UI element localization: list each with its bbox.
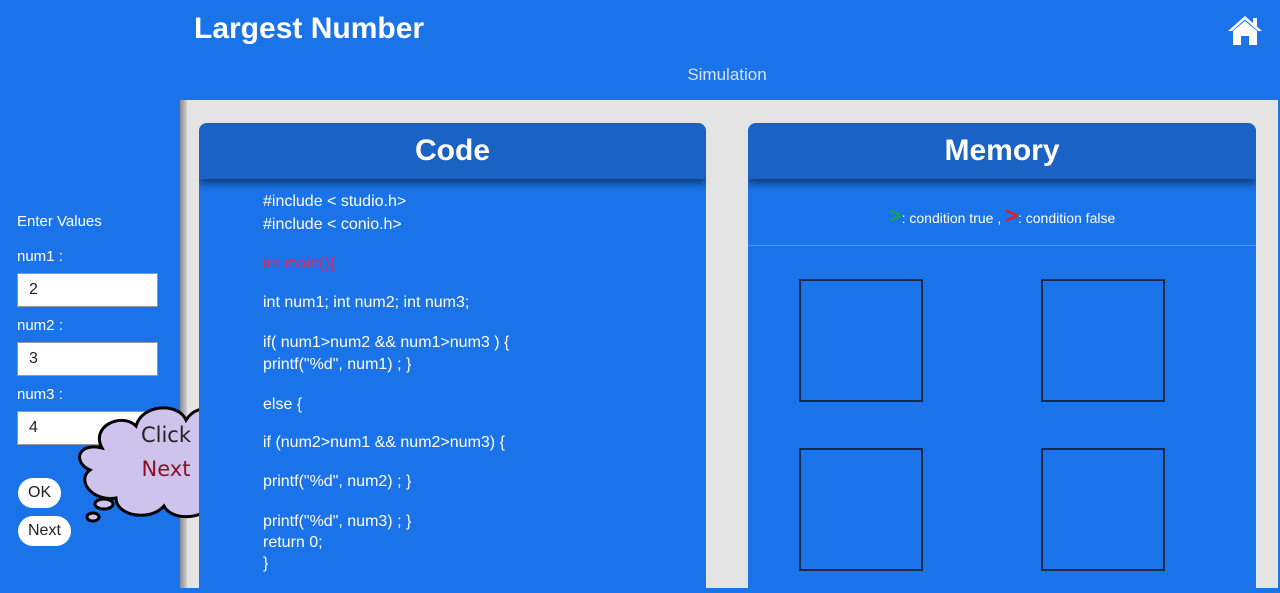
legend-divider [748, 245, 1256, 246]
code-line: printf("%d", num1) ; } [263, 356, 412, 373]
code-panel: Code #include < studio.h> #include < con… [199, 123, 706, 593]
num1-label: num1 : [17, 248, 63, 265]
code-line: printf("%d", num3) ; } [263, 513, 412, 530]
code-line: if( num1>num2 && num1>num3 ) { [263, 334, 510, 351]
legend-false-text: : condition false [1017, 210, 1116, 226]
code-line: #include < conio.h> [263, 216, 402, 233]
code-line: else { [263, 396, 303, 413]
code-line: return 0; [263, 534, 323, 551]
page-title: Largest Number [194, 12, 425, 45]
memory-panel: Memory >: condition true , >: condition … [748, 123, 1256, 593]
code-line-current: int main(){ [263, 255, 336, 272]
num2-input[interactable] [17, 342, 158, 376]
code-line: #include < studio.h> [263, 193, 407, 210]
memory-box-num3 [799, 448, 923, 571]
ok-button[interactable]: OK [18, 478, 62, 508]
next-button[interactable]: Next [18, 516, 71, 546]
code-line: if (num2>num1 && num2>num3) { [263, 434, 505, 451]
code-line: int num1; int num2; int num3; [263, 294, 470, 311]
condition-legend: >: condition true , >: condition false [748, 203, 1256, 229]
true-marker-icon: > [888, 203, 902, 228]
num1-input[interactable] [17, 273, 158, 307]
false-marker-icon: > [1005, 203, 1018, 228]
memory-panel-title: Memory [748, 123, 1256, 179]
code-panel-title: Code [199, 123, 706, 179]
num2-label: num2 : [17, 317, 63, 334]
home-icon[interactable] [1227, 14, 1263, 46]
memory-box-num1 [799, 279, 923, 402]
code-line: } [263, 555, 269, 572]
simulation-label: Simulation [687, 65, 767, 84]
memory-box-result [1041, 448, 1165, 571]
enter-values-heading: Enter Values [17, 213, 102, 230]
memory-box-num2 [1041, 279, 1165, 402]
code-line: printf("%d", num2) ; } [263, 473, 412, 490]
legend-true-text: : condition true , [901, 210, 1002, 226]
num3-label: num3 : [17, 386, 63, 403]
